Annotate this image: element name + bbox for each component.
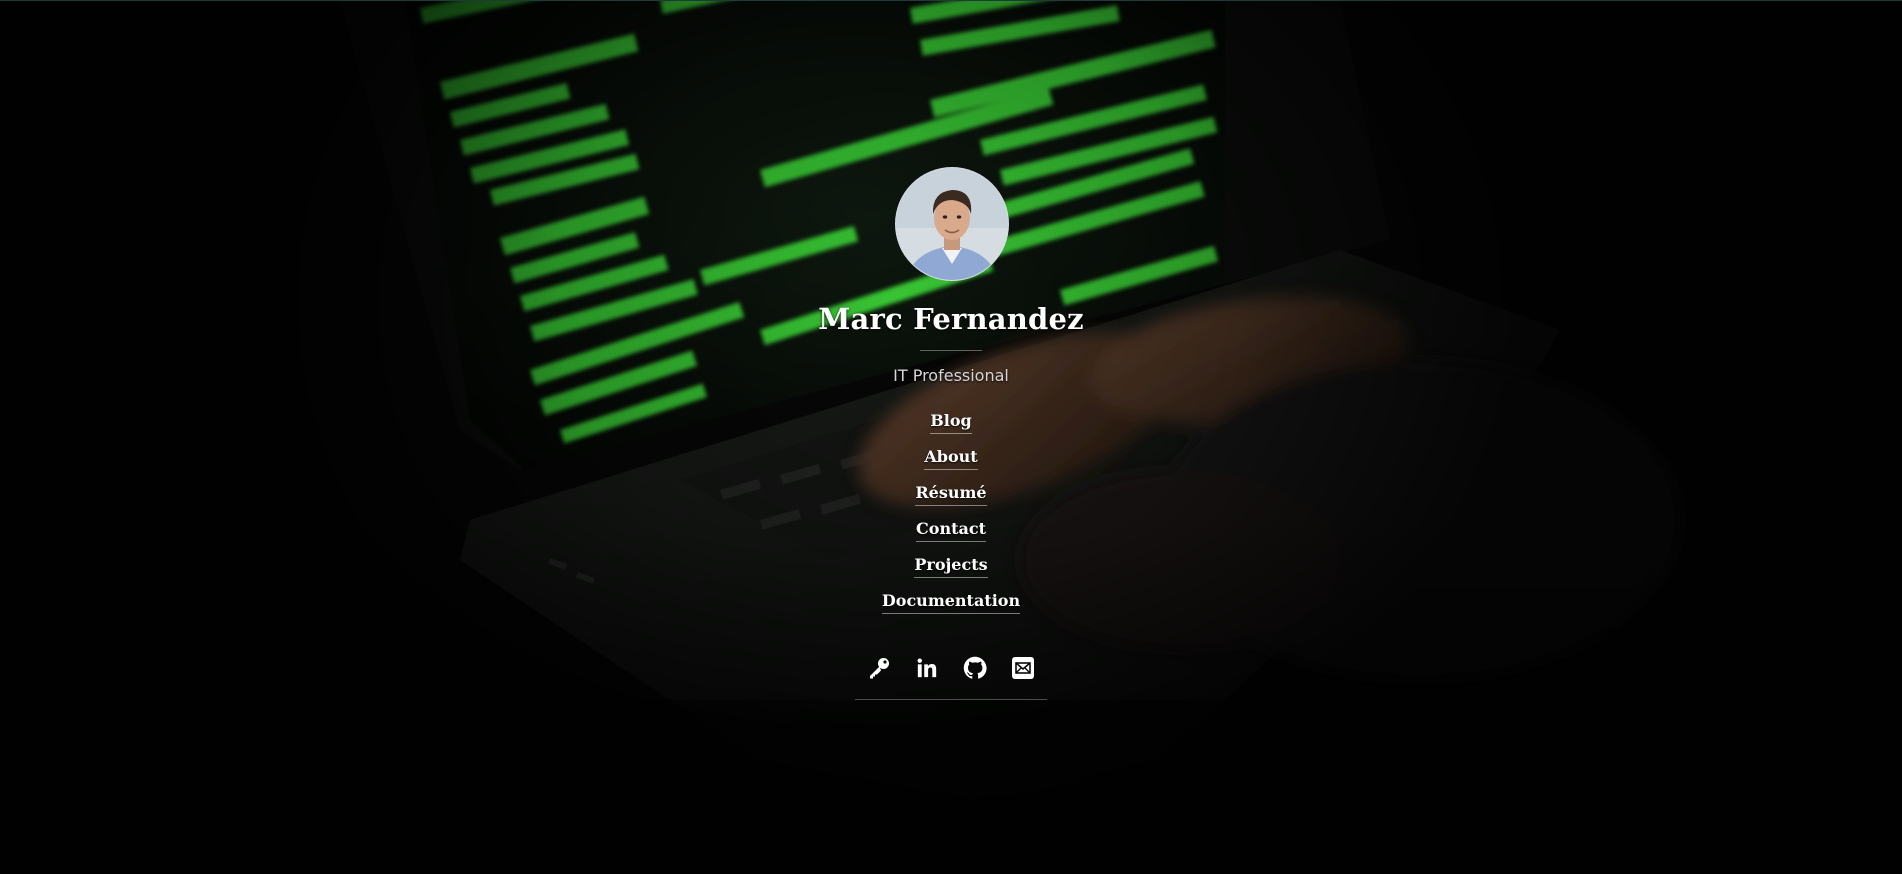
key-icon bbox=[870, 658, 889, 679]
profile-subtitle: IT Professional bbox=[893, 366, 1009, 385]
linkedin-link[interactable] bbox=[915, 654, 939, 682]
nav-link-about[interactable]: About bbox=[924, 446, 978, 470]
linkedin-icon bbox=[917, 658, 937, 678]
github-icon bbox=[963, 656, 987, 679]
email-link[interactable] bbox=[1011, 654, 1035, 682]
social-links bbox=[0, 654, 1902, 686]
page: Marc Fernandez IT Professional Blog Abou… bbox=[0, 0, 1902, 874]
nav-item-contact: Contact bbox=[0, 518, 1902, 554]
nav-link-blog[interactable]: Blog bbox=[930, 410, 972, 434]
nav-link-contact[interactable]: Contact bbox=[916, 518, 986, 542]
profile-card: Marc Fernandez IT Professional Blog Abou… bbox=[0, 0, 1902, 874]
nav-item-projects: Projects bbox=[0, 554, 1902, 590]
nav-item-about: About bbox=[0, 446, 1902, 482]
nav-item-documentation: Documentation bbox=[0, 590, 1902, 626]
nav-item-resume: Résumé bbox=[0, 482, 1902, 518]
nav-link-projects[interactable]: Projects bbox=[914, 554, 988, 578]
github-link[interactable] bbox=[963, 654, 987, 682]
name-divider bbox=[920, 350, 982, 351]
profile-name: Marc Fernandez bbox=[818, 302, 1084, 336]
key-link[interactable] bbox=[867, 654, 891, 682]
nav-item-blog: Blog bbox=[0, 410, 1902, 446]
nav-link-resume[interactable]: Résumé bbox=[915, 482, 987, 506]
main-nav: Blog About Résumé Contact Projects Docum… bbox=[0, 410, 1902, 626]
avatar-image bbox=[896, 168, 1008, 280]
social-divider bbox=[855, 699, 1047, 700]
nav-link-documentation[interactable]: Documentation bbox=[881, 590, 1021, 614]
avatar bbox=[895, 167, 1009, 281]
email-icon bbox=[1012, 657, 1034, 679]
